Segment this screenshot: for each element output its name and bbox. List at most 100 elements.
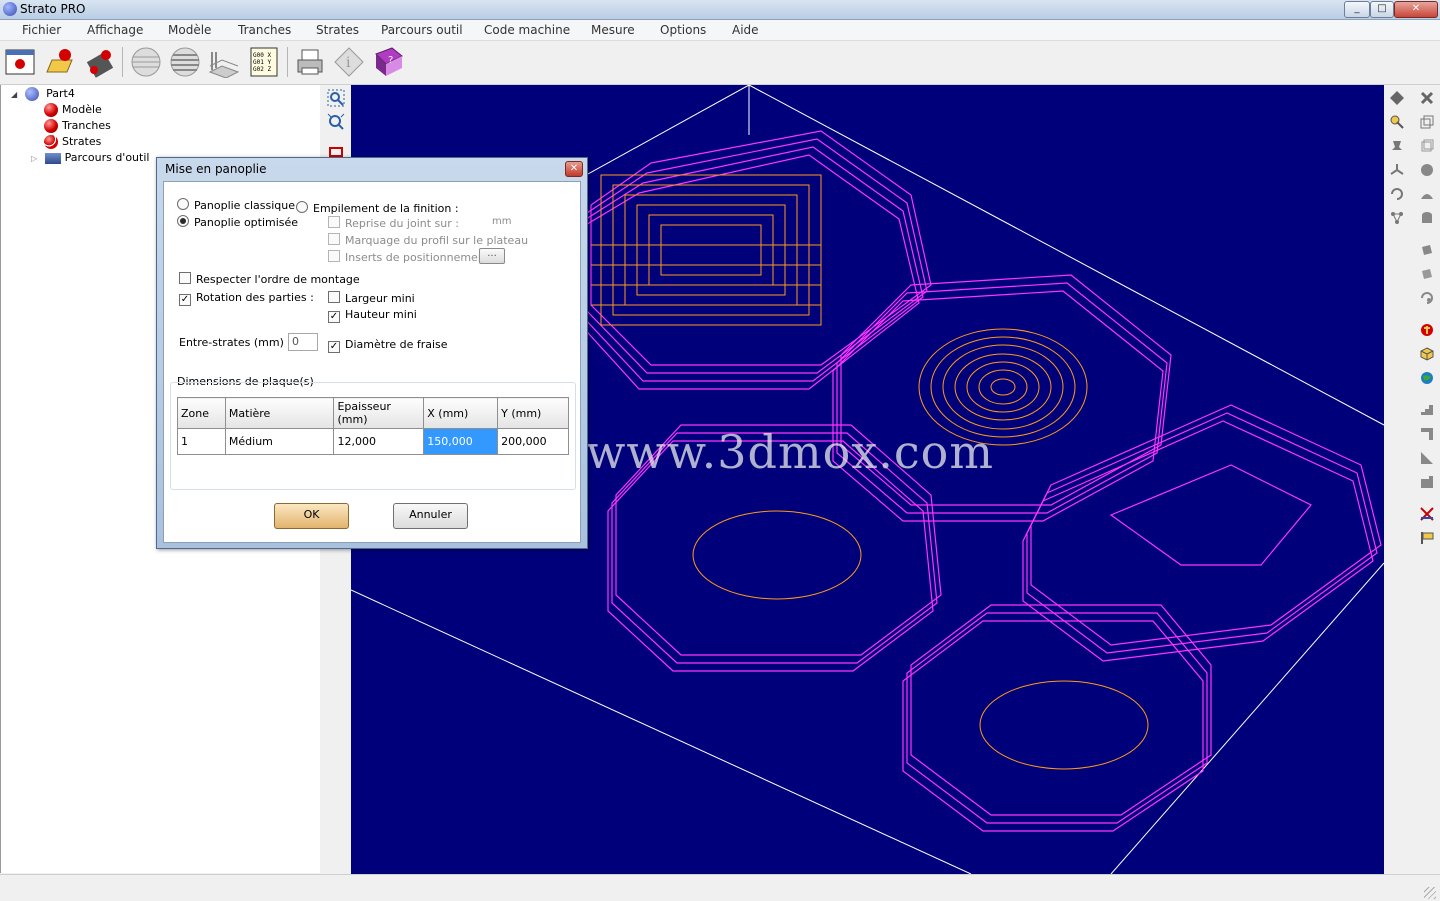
radio-panoplie-optimisee[interactable]: Panoplie optimisée bbox=[177, 215, 298, 229]
measure-icon[interactable] bbox=[1420, 507, 1434, 521]
menu-affichage[interactable]: Affichage bbox=[87, 23, 143, 37]
strata-sphere-icon[interactable] bbox=[169, 46, 201, 78]
menu-modele[interactable]: Modèle bbox=[168, 23, 211, 37]
tree-item-parcours[interactable]: ▷ Parcours d'outil bbox=[31, 151, 149, 164]
copy-view-icon[interactable] bbox=[1420, 139, 1434, 153]
ok-button[interactable]: OK bbox=[274, 503, 349, 529]
radio-label: Empilement de la finition : bbox=[313, 202, 459, 215]
help-book-icon[interactable]: ? bbox=[372, 46, 404, 78]
slice-sphere-icon[interactable] bbox=[130, 46, 162, 78]
menu-mesure[interactable]: Mesure bbox=[591, 23, 635, 37]
checkbox-indicator bbox=[328, 233, 340, 245]
layers-icon[interactable] bbox=[208, 46, 240, 78]
resize-grip-icon[interactable] bbox=[1424, 887, 1436, 899]
pin-icon[interactable] bbox=[1390, 139, 1404, 153]
menu-code-machine[interactable]: Code machine bbox=[484, 23, 570, 37]
shape-icon[interactable] bbox=[1420, 267, 1434, 281]
cell-matiere[interactable]: Médium bbox=[224, 428, 335, 455]
close-button[interactable]: ✕ bbox=[1394, 1, 1438, 18]
checkbox-indicator bbox=[328, 250, 340, 262]
axes-icon[interactable] bbox=[1390, 163, 1404, 177]
menu-options[interactable]: Options bbox=[660, 23, 706, 37]
sphere-view-icon[interactable] bbox=[1420, 163, 1434, 177]
flag-icon[interactable] bbox=[1420, 531, 1434, 545]
tree-node-root[interactable]: ◢ Part4 bbox=[11, 87, 75, 101]
menu-tranches[interactable]: Tranches bbox=[238, 23, 291, 37]
inserts-browse-button[interactable]: ... bbox=[479, 248, 505, 264]
entre-strates-label: Entre-strates (mm) : bbox=[179, 336, 292, 349]
tree-item-label: Modèle bbox=[62, 103, 102, 116]
view-cross-icon[interactable] bbox=[1420, 91, 1434, 105]
cell-epaisseur[interactable]: 12,000 bbox=[333, 428, 425, 455]
checkbox-label: Respecter l'ordre de montage bbox=[196, 273, 360, 286]
tree-item-tranches[interactable]: Tranches bbox=[44, 119, 111, 133]
red-cube-icon[interactable] bbox=[1420, 323, 1434, 337]
cylinder-icon[interactable] bbox=[1420, 211, 1434, 225]
menu-parcours-outil[interactable]: Parcours outil bbox=[381, 23, 463, 37]
color-cube-icon[interactable] bbox=[1420, 347, 1434, 361]
status-bar bbox=[0, 874, 1440, 901]
rotate-icon[interactable] bbox=[1390, 187, 1404, 201]
radio-indicator bbox=[177, 198, 189, 210]
zoom-window-icon[interactable] bbox=[327, 89, 345, 107]
table-empty-row bbox=[177, 454, 569, 473]
menu-bar: Fichier Affichage Modèle Tranches Strate… bbox=[0, 20, 1440, 41]
cell-x-selected[interactable]: 150,000 bbox=[423, 428, 499, 455]
tree-item-modele[interactable]: Modèle bbox=[44, 103, 102, 117]
checkbox-respecter-ordre[interactable]: Respecter l'ordre de montage bbox=[179, 272, 360, 286]
minimize-button[interactable]: _ bbox=[1344, 1, 1370, 18]
menu-strates[interactable]: Strates bbox=[316, 23, 359, 37]
print-icon[interactable] bbox=[294, 46, 326, 78]
info-diamond-icon[interactable]: i bbox=[333, 46, 365, 78]
window-titlebar[interactable]: Strato PRO _ □ ✕ bbox=[0, 0, 1440, 20]
model-ball-icon bbox=[44, 103, 58, 117]
slope-icon[interactable] bbox=[1420, 451, 1434, 465]
checkbox-indicator: ✓ bbox=[328, 311, 340, 323]
dialog-title: Mise en panoplie bbox=[165, 162, 267, 176]
checkbox-largeur-mini[interactable]: Largeur mini bbox=[328, 291, 415, 305]
radio-panoplie-classique[interactable]: Panoplie classique bbox=[177, 198, 295, 212]
copy-view-icon[interactable] bbox=[1420, 115, 1434, 129]
block-icon[interactable] bbox=[1420, 475, 1434, 489]
checkbox-inserts[interactable]: Inserts de positionnement bbox=[328, 250, 489, 264]
corner-icon[interactable] bbox=[1420, 427, 1434, 441]
checkbox-label: Reprise du joint sur : bbox=[345, 217, 459, 230]
new-project-icon[interactable] bbox=[4, 46, 36, 78]
menu-aide[interactable]: Aide bbox=[732, 23, 759, 37]
header-zone: Zone bbox=[177, 397, 226, 429]
red-view-icon[interactable] bbox=[329, 147, 343, 157]
key-icon[interactable] bbox=[1390, 115, 1404, 129]
surface-icon[interactable] bbox=[1420, 187, 1434, 201]
open-model-icon[interactable] bbox=[44, 46, 76, 78]
expand-triangle-icon[interactable]: ▷ bbox=[31, 154, 37, 163]
table-row[interactable]: 1 Médium 12,000 150,000 200,000 bbox=[177, 428, 569, 455]
header-matiere: Matière bbox=[224, 397, 335, 429]
tree-item-strates[interactable]: Strates bbox=[44, 135, 101, 149]
entre-strates-input[interactable]: 0 bbox=[288, 333, 318, 351]
globe-icon[interactable] bbox=[1420, 371, 1434, 385]
plates-table[interactable]: Zone Matière Epaisseur (mm) X (mm) Y (mm… bbox=[177, 397, 569, 473]
checkbox-hauteur-mini[interactable]: ✓ Hauteur mini bbox=[328, 308, 417, 323]
gcode-icon[interactable]: G00 X G01 Y G02 Z bbox=[248, 46, 280, 78]
checkbox-label: Inserts de positionnement bbox=[345, 251, 490, 264]
shape-icon[interactable] bbox=[1420, 243, 1434, 257]
maximize-button[interactable]: □ bbox=[1370, 1, 1394, 18]
checkbox-marquage-profil[interactable]: Marquage du profil sur le plateau bbox=[328, 233, 528, 247]
save-model-icon[interactable] bbox=[84, 46, 116, 78]
checkbox-reprise-joint[interactable]: Reprise du joint sur : bbox=[328, 216, 459, 230]
checkbox-rotation-parties[interactable]: ✓ Rotation des parties : bbox=[179, 291, 314, 306]
collapse-triangle-icon[interactable]: ◢ bbox=[11, 90, 17, 99]
checkbox-label: Marquage du profil sur le plateau bbox=[345, 234, 529, 247]
zoom-extents-icon[interactable] bbox=[327, 113, 345, 131]
dialog-close-button[interactable]: ✕ bbox=[565, 161, 583, 177]
checkbox-diametre-fraise[interactable]: ✓ Diamètre de fraise bbox=[328, 338, 448, 353]
refresh-icon[interactable] bbox=[1420, 291, 1434, 305]
network-icon[interactable] bbox=[1390, 211, 1404, 225]
view-diamond-icon[interactable] bbox=[1390, 91, 1404, 105]
octagon-part-center bbox=[832, 274, 1172, 522]
radio-empilement-finition[interactable]: Empilement de la finition : bbox=[296, 201, 459, 215]
annuler-button[interactable]: Annuler bbox=[393, 503, 468, 529]
cell-y[interactable]: 200,000 bbox=[497, 428, 569, 455]
step-icon[interactable] bbox=[1420, 403, 1434, 417]
menu-fichier[interactable]: Fichier bbox=[22, 23, 61, 37]
